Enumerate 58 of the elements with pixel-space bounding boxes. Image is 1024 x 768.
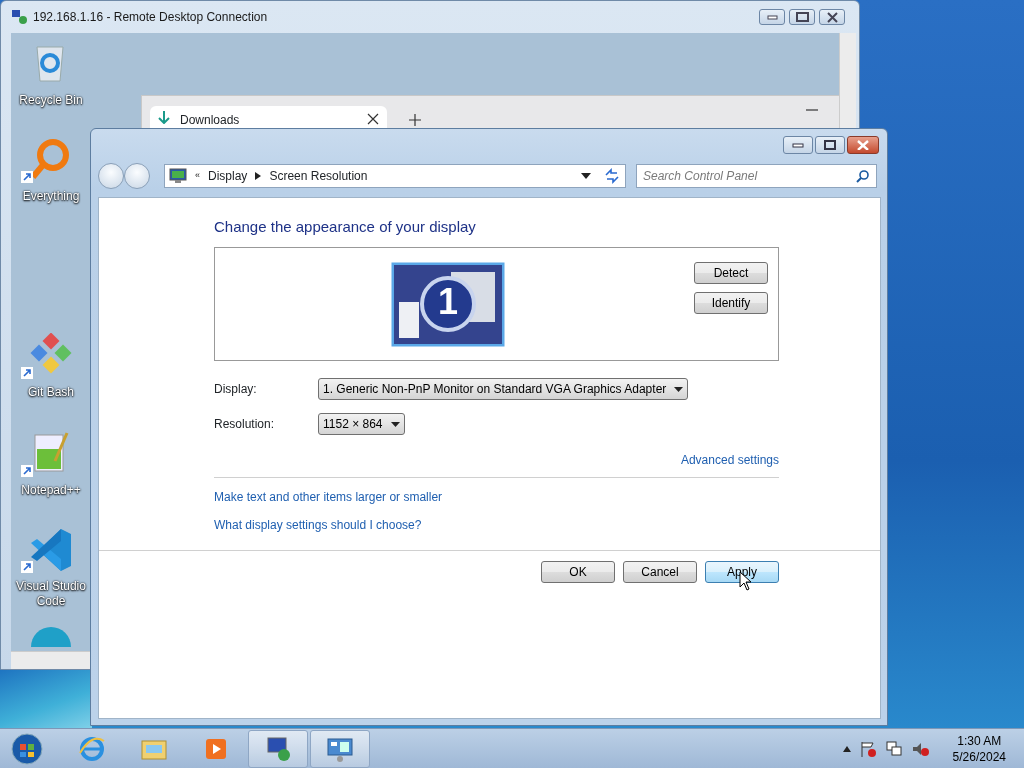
flag-icon[interactable] <box>858 739 877 758</box>
help-link[interactable]: What display settings should I choose? <box>214 518 422 532</box>
close-button[interactable] <box>847 136 879 154</box>
tab-title: Downloads <box>180 112 240 129</box>
maximize-icon <box>824 140 836 150</box>
detect-button[interactable]: Detect <box>694 262 768 284</box>
maximize-button[interactable] <box>789 9 815 25</box>
taskbar-button[interactable] <box>248 729 308 768</box>
window-title: 192.168.1.16 - Remote Desktop Connection <box>33 9 268 26</box>
dropdown-icon[interactable] <box>581 173 591 179</box>
breadcrumb-item[interactable]: Screen Resolution <box>269 167 368 185</box>
search-icon[interactable] <box>856 169 870 183</box>
minimize-icon <box>766 14 778 20</box>
refresh-icon[interactable] <box>603 167 621 185</box>
close-button[interactable] <box>819 9 845 25</box>
close-icon <box>857 140 869 150</box>
breadcrumb-item[interactable]: Display <box>208 167 248 185</box>
network-icon[interactable] <box>884 739 903 758</box>
scrollbar[interactable] <box>11 651 90 669</box>
remote-desktop-icon <box>11 9 29 25</box>
monitor-icon <box>169 168 187 184</box>
minimize-icon[interactable] <box>806 108 818 112</box>
search-field[interactable]: Search Control Panel <box>636 164 877 188</box>
clock-time[interactable]: 1:30 AM <box>952 732 1006 749</box>
plus-icon[interactable] <box>409 114 421 126</box>
close-icon <box>826 11 838 23</box>
dropdown[interactable]: 1. Generic Non-PnP Monitor on Standard VGA Graphics Adapter <box>318 378 689 400</box>
start-button[interactable] <box>10 731 44 766</box>
back-button[interactable] <box>98 163 124 189</box>
maximize-button[interactable] <box>815 136 845 154</box>
identify-button[interactable]: Identify <box>694 292 768 314</box>
page-heading: Change the appearance of your display <box>214 218 477 236</box>
arrow-icon[interactable] <box>255 172 262 180</box>
monitor-number: 1 <box>437 280 459 324</box>
advanced-settings-link[interactable]: Advanced settings <box>680 451 779 469</box>
caret-icon <box>390 421 400 427</box>
remote-desktop-icon <box>264 734 292 763</box>
expand-tray-icon[interactable] <box>842 745 851 752</box>
clock-date[interactable]: 5/26/2024 <box>952 748 1006 765</box>
minimize-icon <box>792 142 804 148</box>
overflow-chevron[interactable]: « <box>195 169 200 183</box>
browser-icon <box>78 734 106 763</box>
maximize-icon <box>795 12 809 22</box>
download-icon <box>158 111 170 124</box>
dropdown[interactable]: 1152 × 864 <box>318 413 405 435</box>
forward-button[interactable] <box>124 163 150 189</box>
address-bar[interactable]: « Display Screen Resolution <box>164 164 626 188</box>
monitor-drawing[interactable] <box>391 262 505 347</box>
close-icon[interactable] <box>367 113 379 125</box>
taskbar-button[interactable] <box>310 729 370 768</box>
cancel-button[interactable]: Cancel <box>623 561 697 583</box>
ok-button[interactable]: OK <box>541 561 615 583</box>
scrollbar[interactable] <box>839 33 856 129</box>
field-label: Resolution: <box>214 416 276 433</box>
caret-icon <box>674 386 684 392</box>
browser-tab[interactable]: Downloads <box>150 106 387 129</box>
field-label: Display: <box>214 381 258 398</box>
help-link[interactable]: Make text and other items larger or smaller <box>214 490 443 504</box>
